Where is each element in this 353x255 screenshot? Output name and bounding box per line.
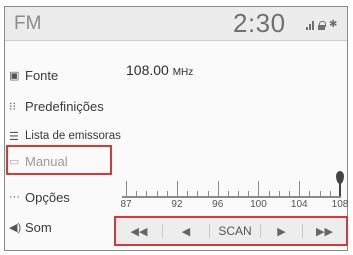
scale-major-tick [217, 181, 219, 197]
sidebar-item-label: Som [25, 219, 52, 235]
scale-major-tick [176, 181, 178, 197]
sidebar-item-opcoes[interactable]: ··· Opções [9, 185, 70, 209]
tuner-needle[interactable] [336, 171, 344, 196]
scale-minor-tick [268, 191, 270, 196]
scale-minor-tick [166, 191, 168, 196]
scale-minor-tick [136, 191, 138, 196]
scale-tick-label: 96 [212, 199, 224, 210]
header-bar: FM 2:30 ✱ [5, 7, 347, 41]
scale-minor-tick [227, 191, 229, 196]
sidebar-item-label: Opções [25, 189, 70, 205]
scale-tick-label: 87 [120, 199, 132, 210]
lock-icon [318, 21, 326, 30]
source-icon: ▣ [9, 69, 20, 82]
scale-major-tick [299, 181, 301, 197]
sidebar-item-label: Lista de emissoras [25, 130, 121, 142]
scale-minor-tick [197, 191, 199, 196]
station-list-icon: ☰ [9, 130, 19, 143]
sidebar-item-label: Fonte [25, 67, 59, 83]
clock: 2:30 [233, 8, 286, 38]
step-forward-button[interactable]: ▶ [261, 218, 302, 244]
page-title: FM [14, 13, 42, 34]
seek-forward-button[interactable]: ▶▶ [303, 218, 346, 244]
tuner-scale[interactable] [122, 196, 341, 198]
sidebar-item-fonte[interactable]: ▣ Fonte [9, 63, 58, 87]
scale-minor-tick [238, 191, 240, 196]
scale-minor-tick [329, 191, 331, 196]
scale-tick-label: 108 [331, 199, 349, 210]
scale-minor-tick [248, 191, 250, 196]
scale-tick-label: 104 [290, 199, 308, 210]
scale-minor-tick [278, 191, 280, 196]
sound-icon: ◀) [9, 221, 22, 234]
tuning-control-bar: ◀◀ ◀ SCAN ▶ ▶▶ [114, 216, 348, 246]
status-icons: ✱ [306, 18, 337, 30]
signal-icon [306, 20, 314, 30]
scale-major-tick [126, 181, 127, 197]
scale-minor-tick [207, 191, 209, 196]
sidebar-item-label: Predefinições [25, 98, 104, 114]
scale-minor-tick [309, 191, 311, 196]
scan-button[interactable]: SCAN [210, 218, 260, 244]
bluetooth-icon: ✱ [329, 19, 338, 30]
scale-minor-tick [289, 191, 291, 196]
scale-minor-tick [319, 191, 321, 196]
scale-minor-tick [187, 191, 189, 196]
frequency-unit: MHz [172, 67, 194, 78]
presets-icon: ⁝⁝ [9, 100, 16, 113]
scale-minor-tick [156, 191, 158, 196]
sidebar-item-predefinicoes[interactable]: ⁝⁝ Predefinições [9, 94, 104, 118]
manual-highlight-box [6, 145, 112, 175]
frequency-display: 108.00 MHz [126, 62, 193, 78]
options-icon: ··· [9, 191, 20, 203]
seek-back-button[interactable]: ◀◀ [116, 218, 162, 244]
step-back-button[interactable]: ◀ [163, 218, 209, 244]
frequency-value: 108.00 [126, 62, 169, 78]
scale-tick-label: 100 [250, 199, 267, 210]
scale-minor-tick [146, 191, 148, 196]
scale-major-tick [258, 181, 260, 197]
scale-tick-label: 92 [171, 199, 183, 210]
sidebar-item-som[interactable]: ◀) Som [9, 215, 52, 239]
